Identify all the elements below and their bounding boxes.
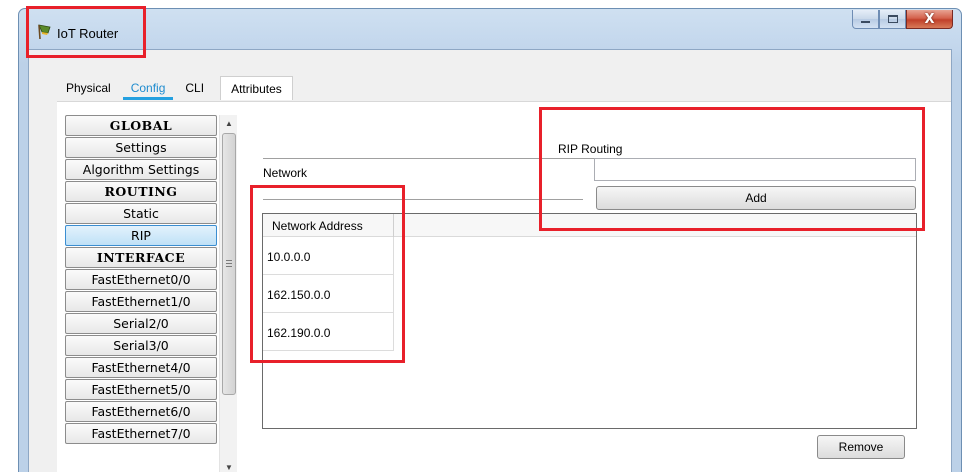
tab-config[interactable]: Config [121,76,176,100]
close-icon: X [924,11,935,27]
config-sidebar: GLOBAL Settings Algorithm Settings ROUTI… [65,115,240,472]
sidebar-item-rip[interactable]: RIP [65,225,217,246]
sidebar-item-fastethernet4-0[interactable]: FastEthernet4/0 [65,357,217,378]
highlight-box-title [26,6,146,58]
sidebar-header-global[interactable]: GLOBAL [65,115,217,136]
sidebar-item-fastethernet0-0[interactable]: FastEthernet0/0 [65,269,217,290]
scroll-thumb[interactable] [222,133,236,395]
remove-button[interactable]: Remove [817,435,905,459]
title-bar[interactable]: IoT Router X [19,9,961,49]
sidebar-item-serial3-0[interactable]: Serial3/0 [65,335,217,356]
tab-attributes[interactable]: Attributes [220,76,293,100]
window-controls: X [852,10,953,29]
sidebar-item-fastethernet1-0[interactable]: FastEthernet1/0 [65,291,217,312]
scroll-up-arrow-icon[interactable]: ▲ [220,115,238,131]
highlight-box-rip-routing [539,107,925,231]
sidebar-item-serial2-0[interactable]: Serial2/0 [65,313,217,334]
sidebar-header-interface[interactable]: INTERFACE [65,247,217,268]
sidebar-scrollbar[interactable]: ▲ ▼ [219,115,237,472]
tab-cli[interactable]: CLI [175,76,214,100]
highlight-box-network-address [250,185,405,363]
sidebar-item-settings[interactable]: Settings [65,137,217,158]
close-button[interactable]: X [906,10,953,29]
network-label: Network [263,166,308,180]
minimize-icon [861,21,870,23]
sidebar-item-fastethernet6-0[interactable]: FastEthernet6/0 [65,401,217,422]
tab-bar: Physical Config CLI Attributes [56,76,293,102]
sidebar-item-algorithm-settings[interactable]: Algorithm Settings [65,159,217,180]
sidebar-item-fastethernet7-0[interactable]: FastEthernet7/0 [65,423,217,444]
sidebar-header-routing[interactable]: ROUTING [65,181,217,202]
grip-icon [226,260,232,267]
maximize-button[interactable] [879,10,906,29]
sidebar-item-static[interactable]: Static [65,203,217,224]
sidebar-item-fastethernet5-0[interactable]: FastEthernet5/0 [65,379,217,400]
minimize-button[interactable] [852,10,879,29]
maximize-icon [887,15,898,23]
tab-physical[interactable]: Physical [56,76,121,100]
scroll-down-arrow-icon[interactable]: ▼ [220,459,238,472]
app-window: IoT Router X Physical Config CLI Attribu… [18,8,962,472]
